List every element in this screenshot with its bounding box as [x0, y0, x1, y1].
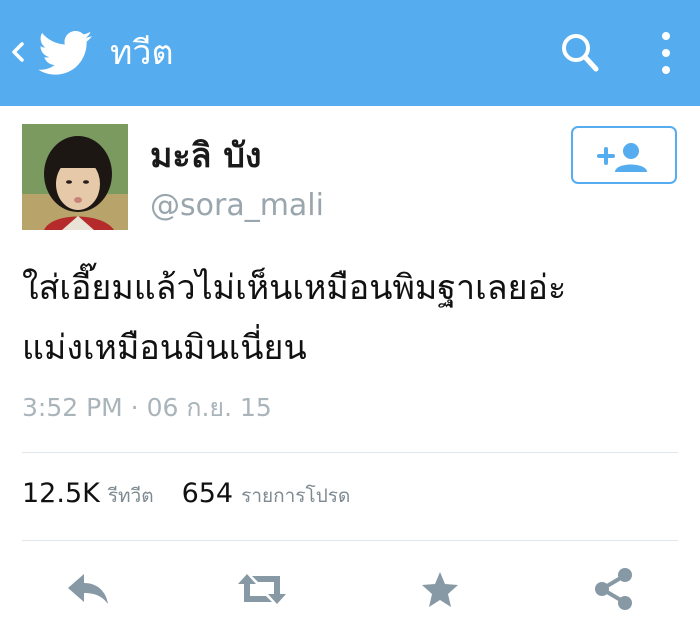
app-bar: ทวีต [0, 0, 700, 106]
tweet-text-line: แม่งเหมือนมินเนี่ยน [22, 328, 307, 368]
star-icon[interactable] [414, 566, 466, 612]
tweet-text: ใส่เอี๊ยมแล้วไม่เห็นเหมือนพิมฐาเลยอ่ะ แม… [22, 258, 682, 378]
avatar[interactable] [22, 124, 128, 230]
twitter-bird-icon[interactable] [38, 30, 94, 76]
chevron-left-icon[interactable] [8, 34, 28, 70]
divider [22, 540, 678, 541]
favorite-count[interactable]: 654 [182, 478, 234, 509]
display-name[interactable]: มะลิ บัง [150, 134, 262, 178]
follow-button[interactable] [571, 126, 677, 184]
retweet-count[interactable]: 12.5K [22, 478, 100, 509]
tweet-actions [0, 560, 700, 620]
user-handle[interactable]: @sora_mali [150, 186, 324, 226]
tweet-text-line: ใส่เอี๊ยมแล้วไม่เห็นเหมือนพิมฐาเลยอ่ะ [22, 268, 567, 308]
divider [22, 452, 678, 453]
page-title: ทวีต [110, 33, 174, 73]
retweet-label[interactable]: รีทวีต [108, 481, 154, 511]
reply-icon[interactable] [62, 566, 114, 612]
tweet-stats: 12.5K รีทวีต 654 รายการโปรด [22, 478, 378, 522]
favorite-label[interactable]: รายการโปรด [241, 481, 350, 511]
vertical-dots-icon[interactable] [648, 26, 684, 80]
add-user-icon [597, 143, 647, 172]
search-icon[interactable] [556, 28, 604, 78]
retweet-icon[interactable] [234, 566, 286, 612]
share-icon[interactable] [588, 566, 640, 612]
timestamp: 3:52 PM · 06 ก.ย. 15 [22, 393, 272, 422]
